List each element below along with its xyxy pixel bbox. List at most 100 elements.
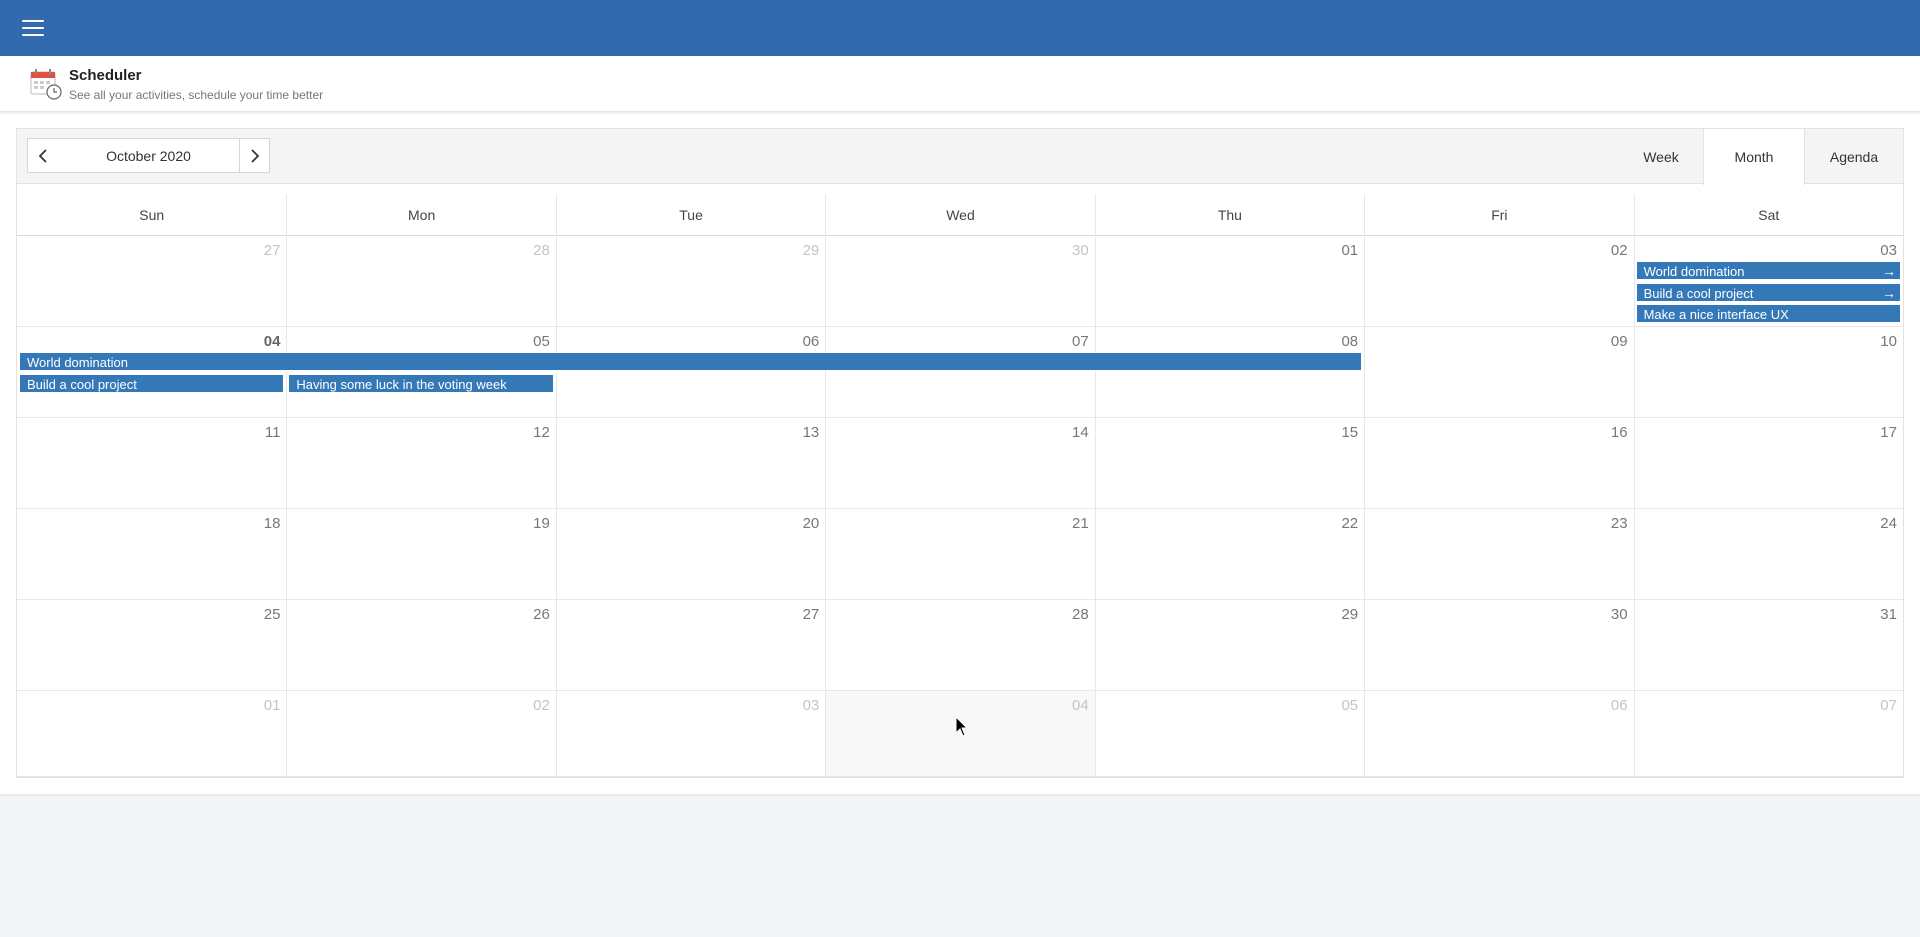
- day-cell[interactable]: 19: [286, 509, 556, 600]
- scheduler-toolbar: October 2020 Week Month Agenda: [17, 129, 1903, 185]
- day-cell[interactable]: 13: [555, 418, 826, 509]
- arrow-right-icon: →: [1881, 284, 1896, 301]
- day-cell[interactable]: 11: [17, 418, 287, 509]
- hamburger-icon[interactable]: [22, 20, 44, 36]
- day-cell[interactable]: 07: [825, 327, 1095, 418]
- day-number: 29: [1341, 606, 1359, 623]
- day-cell[interactable]: 14: [825, 418, 1095, 509]
- day-cell[interactable]: 08: [1094, 327, 1365, 418]
- mouse-cursor-icon: [955, 716, 969, 737]
- view-tab-month[interactable]: Month: [1703, 129, 1805, 185]
- chevron-right-icon: [250, 148, 259, 163]
- day-number: 11: [264, 424, 281, 441]
- event-title: World domination: [27, 355, 128, 370]
- day-number: 03: [802, 697, 820, 714]
- day-number: 04: [1072, 697, 1089, 714]
- day-cell[interactable]: 16: [1364, 418, 1634, 509]
- day-cell[interactable]: 02: [286, 691, 556, 777]
- day-number: 15: [1341, 424, 1359, 441]
- day-number: 05: [533, 333, 550, 350]
- day-cell[interactable]: 29: [555, 236, 826, 327]
- day-cell[interactable]: 31: [1633, 600, 1903, 691]
- day-cell[interactable]: 15: [1094, 418, 1365, 509]
- day-number: 30: [1610, 606, 1628, 623]
- day-number: 02: [533, 697, 550, 714]
- day-cell[interactable]: 03: [555, 691, 826, 777]
- day-cell[interactable]: 28: [286, 236, 556, 327]
- event-title: Build a cool project: [1643, 285, 1754, 301]
- day-cell[interactable]: 05: [1094, 691, 1365, 777]
- calendar-event[interactable]: Having some luck in the voting week: [288, 373, 554, 393]
- weekday-header: Sun: [139, 207, 165, 223]
- view-tab-week[interactable]: Week: [1609, 129, 1713, 184]
- day-cell[interactable]: 17: [1633, 418, 1903, 509]
- day-cell[interactable]: 28: [825, 600, 1095, 691]
- weekday-header: Mon: [286, 194, 555, 236]
- scheduler: October 2020 Week Month Agenda Sun Mon Tue…: [16, 128, 1904, 778]
- weekday-header: Thu: [1094, 194, 1364, 236]
- day-cell[interactable]: 20: [555, 509, 826, 600]
- day-cell[interactable]: 21: [825, 509, 1095, 600]
- day-cell[interactable]: 27: [555, 600, 826, 691]
- day-number: 22: [1341, 515, 1359, 532]
- month-grid: 27 28 29 30 01 02 03 04 05 06 07 08 09 10 11 12 13 14 15 16…: [17, 236, 1903, 777]
- day-cell[interactable]: 06: [555, 327, 826, 418]
- calendar-event[interactable]: Make a nice interface UX: [1635, 304, 1901, 323]
- day-number: 26: [533, 606, 550, 623]
- day-number: 07: [1880, 697, 1897, 714]
- day-cell[interactable]: 01: [1094, 236, 1365, 327]
- day-number: 24: [1880, 515, 1897, 532]
- day-cell[interactable]: 23: [1364, 509, 1634, 600]
- day-number: 06: [802, 333, 820, 350]
- day-cell[interactable]: 25: [17, 600, 287, 691]
- day-cell[interactable]: 30: [825, 236, 1095, 327]
- weekday-header-row: Sun Mon Tue Wed Thu Fri Sat: [17, 194, 1903, 236]
- day-cell[interactable]: 12: [286, 418, 556, 509]
- day-cell[interactable]: 05: [286, 327, 556, 418]
- next-period-button[interactable]: [239, 138, 270, 173]
- day-cell[interactable]: 29: [1094, 600, 1365, 691]
- day-number: 25: [263, 606, 281, 623]
- day-number: 08: [1341, 333, 1359, 350]
- day-cell[interactable]: 24: [1633, 509, 1903, 600]
- event-title: Build a cool project: [27, 376, 137, 392]
- day-cell[interactable]: 01: [17, 691, 287, 777]
- day-number: 01: [263, 697, 281, 714]
- day-number: 09: [1610, 333, 1628, 350]
- current-period-button[interactable]: October 2020: [57, 138, 240, 173]
- calendar-event[interactable]: World domination: [19, 352, 1363, 371]
- weekday-header: Fri: [1364, 194, 1633, 236]
- day-cell[interactable]: 18: [17, 509, 287, 600]
- day-number: 29: [802, 242, 820, 259]
- calendar-event[interactable]: Build a cool project: [19, 373, 285, 393]
- calendar-clock-icon: [30, 69, 62, 100]
- day-cell[interactable]: 09: [1364, 327, 1634, 418]
- day-cell[interactable]: 22: [1094, 509, 1365, 600]
- day-number: 06: [1610, 697, 1628, 714]
- view-tab-agenda[interactable]: Agenda: [1805, 129, 1903, 184]
- calendar-event[interactable]: World domination →: [1635, 261, 1901, 280]
- day-number: 23: [1610, 515, 1628, 532]
- day-cell[interactable]: 04: [17, 327, 287, 418]
- day-number: 21: [1072, 515, 1089, 532]
- arrow-right-icon: →: [1881, 263, 1896, 279]
- day-cell[interactable]: 30: [1364, 600, 1634, 691]
- day-cell[interactable]: 10: [1633, 327, 1903, 418]
- prev-period-button[interactable]: [27, 138, 58, 173]
- day-cell[interactable]: 06: [1364, 691, 1634, 777]
- day-number: 10: [1880, 333, 1897, 350]
- event-title: Having some luck in the voting week: [296, 376, 507, 392]
- day-number: 30: [1072, 242, 1089, 259]
- chevron-left-icon: [38, 148, 47, 163]
- day-cell[interactable]: 27: [17, 236, 287, 327]
- day-number: 12: [533, 424, 550, 441]
- day-number: 16: [1610, 424, 1628, 441]
- day-number: 02: [1610, 242, 1628, 259]
- day-number: 01: [1341, 242, 1359, 259]
- day-cell[interactable]: 07: [1633, 691, 1903, 777]
- day-number: 18: [263, 515, 281, 532]
- event-title: Make a nice interface UX: [1643, 307, 1789, 322]
- day-cell[interactable]: 02: [1364, 236, 1634, 327]
- day-cell[interactable]: 26: [286, 600, 556, 691]
- calendar-event[interactable]: Build a cool project →: [1635, 282, 1901, 302]
